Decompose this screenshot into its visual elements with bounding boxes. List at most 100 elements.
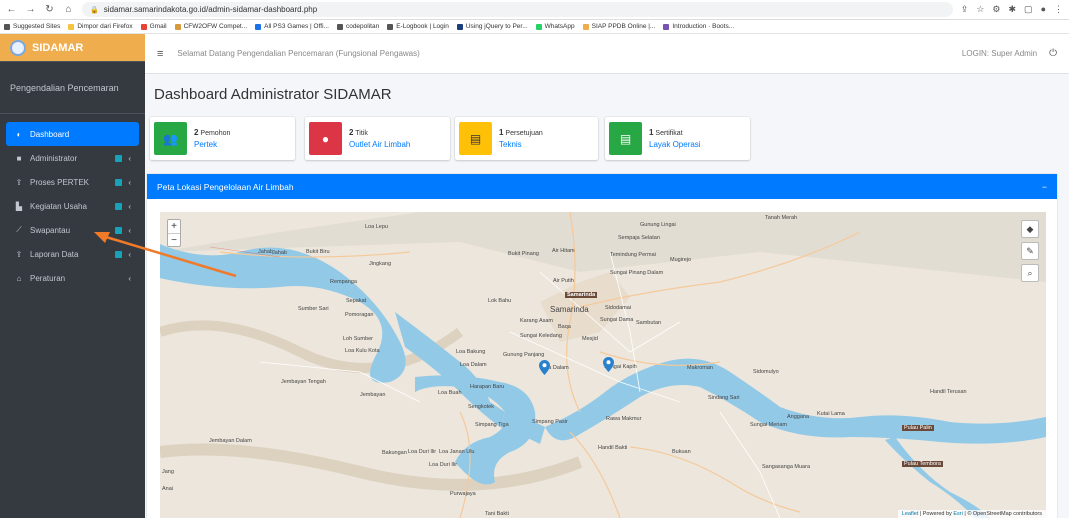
bookmark-item[interactable]: SIAP PPDB Online |... [582, 23, 655, 30]
file-icon: ▤ [459, 122, 492, 155]
info-unit: Persetujuan [505, 130, 543, 137]
palette-icon: ◐ [16, 129, 22, 139]
info-count: 2 [194, 128, 199, 137]
map-marker-icon[interactable] [603, 357, 614, 372]
map-label: Anggana [787, 414, 810, 420]
map-label: Sangasanga Muara [762, 464, 811, 470]
info-link-teknis[interactable]: Teknis [499, 139, 543, 150]
share-icon[interactable]: ⇪ [961, 4, 969, 15]
address-bar[interactable]: 🔒 sidamar.samarindakota.go.id/admin-sida… [82, 2, 953, 17]
bookmark-item[interactable]: WhatsApp [535, 23, 575, 30]
badge [115, 154, 123, 162]
collapse-button[interactable]: − [1042, 182, 1047, 192]
sidebar-item-administrator[interactable]: ■ Administrator ‹ [6, 146, 139, 170]
map-label: Temindung Permai [610, 252, 656, 258]
sidebar-item-proses-pertek[interactable]: ⇪ Proses PERTEK ‹ [6, 170, 139, 194]
map-label: Loa Buah [438, 390, 462, 396]
chart-line-icon: ⟋ [16, 225, 22, 234]
map-label: Simpang Tiga [475, 422, 509, 428]
info-link-layak-operasi[interactable]: Layak Operasi [649, 139, 701, 150]
zoom-in-button[interactable]: + [168, 220, 180, 233]
info-count: 1 [649, 128, 654, 137]
sidepanel-icon[interactable]: ▢ [1024, 4, 1033, 15]
file-icon: ▤ [609, 122, 642, 155]
bookmark-item[interactable]: Suggested Sites [4, 23, 60, 30]
layers-icon[interactable]: ◆ [1021, 220, 1039, 238]
bookmark-item[interactable]: E-Logbook | Login [387, 23, 449, 30]
upload-icon: ⇪ [15, 249, 23, 259]
map-label: Jahab [258, 249, 273, 255]
industry-icon: ▙ [15, 201, 23, 211]
profile-icon[interactable]: ● [1041, 4, 1046, 15]
home-icon[interactable]: ⌂ [63, 4, 74, 15]
brand[interactable]: SIDAMAR [0, 34, 145, 62]
zoom-out-button[interactable]: − [168, 233, 180, 246]
chevron-left-icon: ‹ [128, 153, 131, 163]
reload-icon[interactable]: ↻ [44, 4, 55, 15]
map-label: Handil Terusan [930, 389, 967, 395]
leaflet-link[interactable]: Leaflet [902, 511, 919, 517]
info-box-persetujuan: ▤ 1 Persetujuan Teknis [455, 117, 598, 160]
bookmark-item[interactable]: Introduction · Boots... [663, 23, 734, 30]
map-label: Sengkotek [468, 404, 494, 410]
map-label: Handil Bakti [598, 445, 628, 451]
lock-icon: ■ [16, 153, 22, 163]
bookmark-item[interactable]: Gmail [140, 23, 167, 30]
puzzle-icon[interactable]: ✱ [1009, 4, 1017, 15]
chevron-left-icon: ‹ [128, 273, 131, 283]
badge [115, 226, 123, 234]
power-icon[interactable]: ⏻ [1049, 48, 1057, 59]
info-unit: Sertifikat [655, 130, 683, 137]
map-label: Loa Bakung [456, 349, 486, 355]
sidebar-item-laporan-data[interactable]: ⇪ Laporan Data ‹ [6, 242, 139, 266]
bookmark-item[interactable]: Using jQuery to Per... [456, 23, 528, 30]
map-label: Sambutan [636, 320, 662, 326]
badge [115, 250, 123, 258]
map-label: Gunung Panjang [503, 352, 545, 358]
map-label: Sidomulyo [753, 369, 779, 375]
extension-icon[interactable]: ⚙ [992, 4, 1000, 15]
draw-icon[interactable]: ✎ [1021, 242, 1039, 260]
map-label: Bakungan [382, 450, 407, 456]
more-icon[interactable]: ⋮ [1054, 4, 1063, 15]
sidebar-item-peraturan[interactable]: ⌂ Peraturan ‹ [6, 266, 139, 290]
bookmark-item[interactable]: All PS3 Games | Offi... [255, 23, 329, 30]
info-link-outlet[interactable]: Outlet Air Limbah [349, 139, 410, 150]
sidebar-item-dashboard[interactable]: ◐ Dashboard [6, 122, 139, 146]
forward-icon[interactable]: → [25, 4, 36, 15]
map-label: Loa Duri Ilir [429, 462, 458, 468]
tint-icon: ● [309, 122, 342, 155]
main-content: Dashboard Administrator SIDAMAR 👥 2 Pemo… [145, 74, 1069, 518]
map-label: Makroman [687, 365, 713, 371]
map-label: Tanah Merah [765, 215, 798, 221]
map-label: Purwajaya [450, 491, 476, 497]
menu-toggle-icon[interactable]: ≡ [157, 48, 163, 60]
map-label: Jingkang [369, 261, 392, 267]
search-icon[interactable]: ⌕ [1021, 264, 1039, 282]
info-unit: Pemohon [200, 130, 231, 137]
info-link-pertek[interactable]: Pertek [194, 139, 230, 150]
map-label: Karang Asam [520, 318, 554, 324]
brand-logo [10, 39, 26, 56]
bookmark-item[interactable]: CFW2OFW Compet... [174, 23, 247, 30]
top-navbar: ≡ Selamat Datang Pengendalian Pencemaran… [145, 34, 1069, 74]
badge [115, 202, 123, 210]
map-label: Mugirejo [670, 257, 692, 263]
map[interactable]: + − ◆ ✎ ⌕ Tanah Merah Gunung Lingai Semp… [160, 212, 1046, 518]
map-label: Jang [162, 469, 174, 475]
map-marker-icon[interactable] [539, 360, 550, 375]
back-icon[interactable]: ← [6, 4, 17, 15]
sidebar-item-swapantau[interactable]: ⟋ Swapantau ‹ [6, 218, 139, 242]
info-box-pemohon: 👥 2 Pemohon Pertek [150, 117, 295, 160]
map-label: Gunung Lingai [640, 222, 676, 228]
bookmark-item[interactable]: Dimpor dari Firefox [68, 23, 133, 30]
map-label: Loa Dalam [460, 362, 487, 368]
chevron-left-icon: ‹ [128, 201, 131, 211]
star-icon[interactable]: ☆ [976, 4, 984, 15]
bookmark-item[interactable]: codepolitan [336, 23, 379, 30]
esri-link[interactable]: Esri [953, 511, 962, 517]
map-label: Samarinda [565, 292, 598, 298]
sidebar-item-kegiatan-usaha[interactable]: ▙ Kegiatan Usaha ‹ [6, 194, 139, 218]
sidebar-menu: ◐ Dashboard ■ Administrator ‹ ⇪ Proses P… [0, 114, 145, 290]
map-label: Sidodamai [605, 305, 631, 311]
